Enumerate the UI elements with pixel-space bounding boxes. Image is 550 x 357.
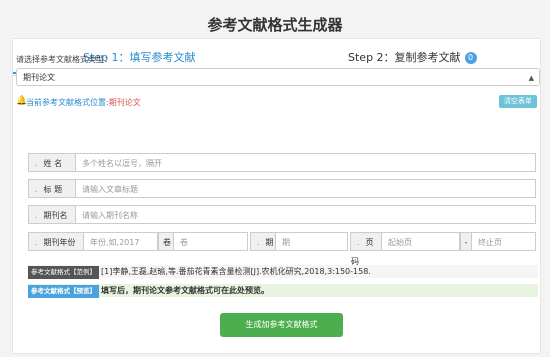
detail-row: . 期刊年份 年份,如,2017 卷 卷 .期 期 . 页码 起始页 - 终止页 bbox=[28, 232, 538, 266]
author-input[interactable]: 多个姓名以逗号，隔开 bbox=[76, 153, 536, 172]
type-select[interactable]: 期刊论文 ▲ bbox=[16, 68, 540, 86]
generate-button[interactable]: 生成加参考文献格式 bbox=[220, 313, 343, 337]
journal-label: . 期刊名 bbox=[28, 205, 76, 224]
pages-end-input[interactable]: 终止页 bbox=[472, 232, 536, 251]
preview-tag: 参考文献格式【预览】 bbox=[28, 285, 99, 298]
type-label: 请选择参考文献格式类型： bbox=[16, 55, 112, 64]
select-arrow-icon: ▲ bbox=[528, 74, 534, 82]
year-input[interactable]: 年份,如,2017 bbox=[84, 232, 158, 251]
pages-label: . 页码 bbox=[350, 232, 382, 266]
title-input[interactable]: 请输入文章标题 bbox=[76, 179, 536, 198]
clear-form-button[interactable]: 清空表单 bbox=[499, 95, 537, 108]
format-hint: 当前参考文献格式位置:期刊论文 bbox=[26, 97, 141, 108]
type-select-value: 期刊论文 bbox=[23, 73, 55, 82]
title-label: .标 题 bbox=[28, 179, 76, 198]
pages-dash: - bbox=[460, 232, 472, 251]
example-tag: 参考文献格式【范例】 bbox=[28, 266, 99, 279]
journal-input[interactable]: 请输入期刊名称 bbox=[76, 205, 536, 224]
example-text: [1]李静,王磊,赵瑜,等.番茄花青素含量检测[J].农机化研究,2018,3:… bbox=[101, 267, 371, 276]
page: 参考文献格式生成器 Step 1：填写参考文献 Step 2：复制参考文献 0 请… bbox=[0, 0, 550, 357]
issue-label: .期 bbox=[250, 232, 276, 251]
issue-input[interactable]: 期 bbox=[276, 232, 348, 251]
pages-start-input[interactable]: 起始页 bbox=[382, 232, 460, 251]
page-title: 参考文献格式生成器 bbox=[207, 16, 343, 34]
title-row: .标 题 请输入文章标题 bbox=[28, 179, 538, 198]
tab-step2[interactable]: Step 2：复制参考文献 0 bbox=[348, 49, 477, 65]
tab-step2-label: Step 2：复制参考文献 bbox=[348, 51, 461, 64]
preview-line: 参考文献格式【预览】 填写后，期刊论文参考文献格式可在此处预览。 bbox=[28, 284, 538, 298]
count-badge: 0 bbox=[464, 52, 477, 64]
volume-label: 卷 bbox=[158, 232, 174, 251]
volume-input[interactable]: 卷 bbox=[174, 232, 248, 251]
year-label: . 期刊年份 bbox=[28, 232, 84, 251]
example-line: 参考文献格式【范例】 [1]李静,王磊,赵瑜,等.番茄花青素含量检测[J].农机化… bbox=[28, 265, 538, 279]
journal-row: . 期刊名 请输入期刊名称 bbox=[28, 205, 538, 224]
author-row: .姓 名 多个姓名以逗号，隔开 bbox=[28, 153, 538, 172]
hint-prefix: 当前参考文献格式位置: bbox=[26, 98, 109, 107]
preview-text: 填写后，期刊论文参考文献格式可在此处预览。 bbox=[101, 286, 269, 295]
author-label: .姓 名 bbox=[28, 153, 76, 172]
hint-value: 期刊论文 bbox=[108, 98, 141, 107]
